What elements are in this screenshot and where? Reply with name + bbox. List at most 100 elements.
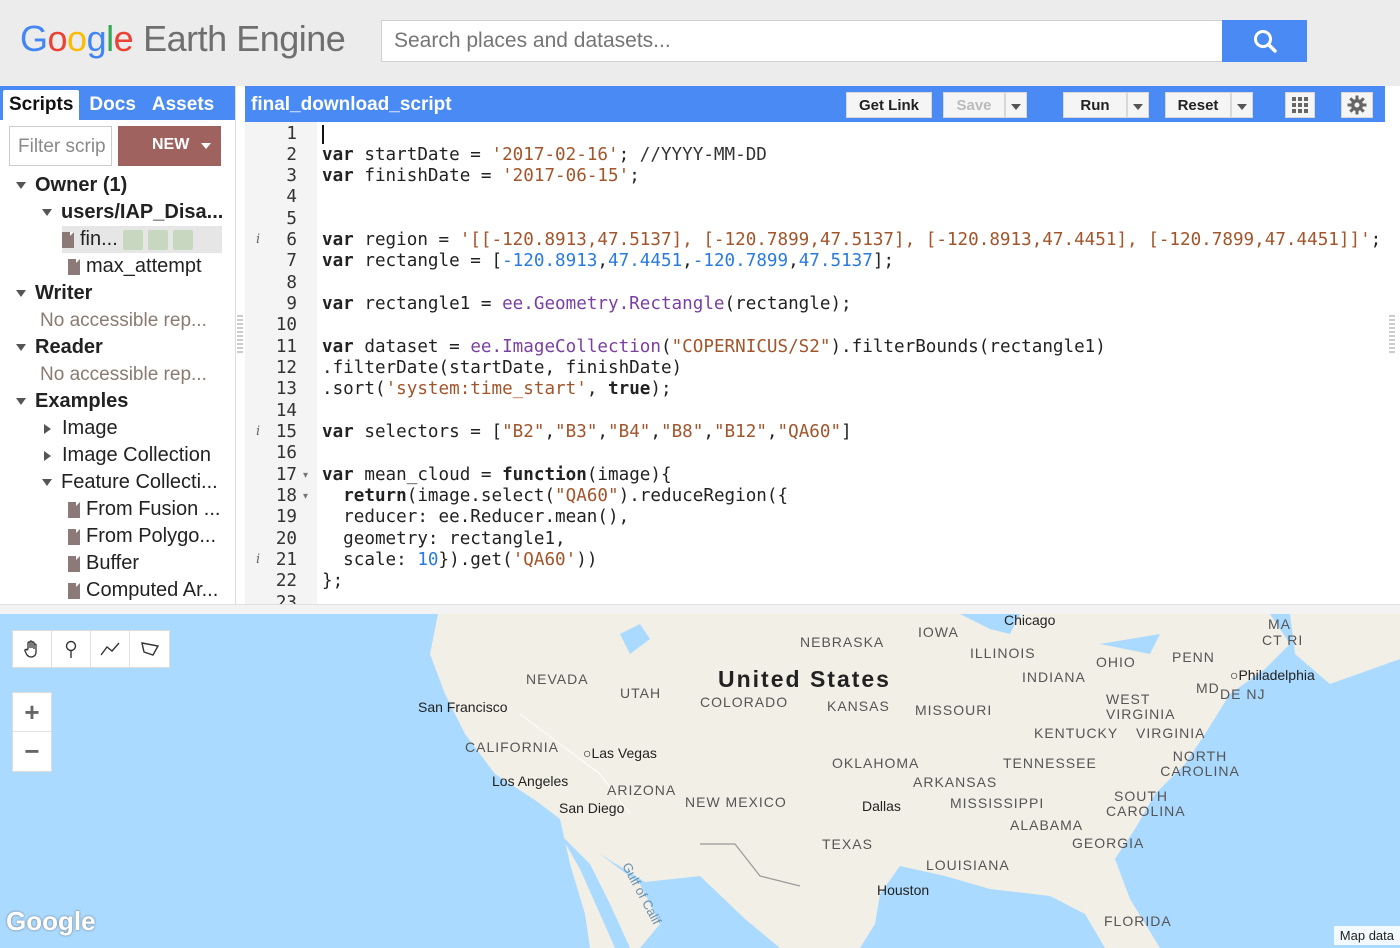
keyword: var (322, 145, 354, 165)
tree-file-selected[interactable]: fin... (62, 226, 222, 253)
apps-button[interactable] (1285, 92, 1315, 118)
map-city-label: Houston (877, 882, 930, 898)
keyword: var (322, 337, 354, 357)
string: "B8" (660, 422, 704, 442)
code-line-13: .sort('system:time_start', true); (322, 379, 672, 399)
run-button[interactable]: Run (1063, 92, 1127, 118)
keyword: var (322, 230, 354, 250)
tree-file[interactable]: From Fusion ... (68, 496, 220, 523)
google-map-logo[interactable]: Google (6, 906, 96, 937)
search-button[interactable] (1222, 20, 1307, 62)
map-city-label: Chicago (1004, 614, 1056, 628)
info-marker-icon[interactable]: i (256, 232, 260, 247)
tab-assets[interactable]: Assets (146, 90, 220, 120)
number: 10 (417, 550, 439, 570)
panel-resize-handle[interactable] (237, 315, 243, 355)
string: "B3" (555, 422, 598, 442)
file-icon (68, 582, 80, 599)
tree-reader[interactable]: Reader (16, 334, 103, 361)
tab-scripts[interactable]: Scripts (3, 90, 80, 120)
reset-button[interactable]: Reset (1165, 92, 1231, 118)
get-link-button[interactable]: Get Link (846, 92, 932, 118)
save-dropdown[interactable] (1005, 92, 1027, 118)
tree-file[interactable]: Buffer (68, 550, 139, 577)
tree-file[interactable]: Computed Ar... (68, 577, 218, 604)
tab-docs[interactable]: Docs (83, 90, 141, 120)
keyword: function (502, 465, 587, 485)
fold-arrow-icon[interactable]: ▾ (303, 470, 308, 481)
polygon-tool[interactable] (130, 631, 169, 667)
tree-file[interactable]: max_attempt (68, 253, 202, 280)
code-line-21: scale: 10}).get('QA60')) (322, 550, 598, 570)
map-state-label: LOUISIANA (926, 857, 1010, 873)
map-state-label: ILLINOIS (970, 645, 1036, 661)
marker-tool[interactable] (52, 631, 91, 667)
map-state-label: ARKANSAS (913, 774, 998, 790)
code-area[interactable]: var startDate = '2017-02-16'; //YYYY-MM-… (317, 122, 1385, 604)
google-earth-engine-logo[interactable]: Google Earth Engine (20, 18, 346, 60)
tree-folder-feature-collection[interactable]: Feature Collecti... (42, 469, 218, 496)
tree-folder-image-collection[interactable]: Image Collection (44, 442, 211, 469)
new-script-button[interactable]: NEW (118, 126, 221, 166)
expand-icon (16, 344, 26, 351)
function-call: ee.ImageCollection (470, 337, 661, 357)
info-marker-icon[interactable]: i (256, 424, 260, 439)
tree-owner[interactable]: Owner (1) (16, 172, 127, 199)
pan-tool[interactable] (13, 631, 52, 667)
file-icon (68, 528, 80, 545)
filter-scripts-input[interactable]: Filter scrip (9, 126, 112, 166)
line-number: 11 (275, 337, 297, 357)
collapse-icon (44, 423, 51, 434)
map-state-label: ALABAMA (1010, 817, 1084, 833)
search-input[interactable]: Search places and datasets... (381, 20, 1223, 62)
map-state-label: MA (1268, 616, 1291, 632)
tree-repo[interactable]: users/IAP_Disa... (42, 199, 223, 226)
tree-folder-image[interactable]: Image (44, 415, 118, 442)
map-data-attribution[interactable]: Map data (1333, 926, 1400, 945)
info-marker-icon[interactable]: i (256, 552, 260, 567)
line-number: 6 (286, 230, 297, 250)
map-state-label: COLORADO (700, 694, 789, 710)
string: "QA60" (555, 486, 619, 506)
tree-examples[interactable]: Examples (16, 388, 128, 415)
settings-button[interactable] (1341, 92, 1373, 118)
code-line-1 (322, 124, 324, 145)
code-line-6: var region = '[[-120.8913,47.5137], [-12… (322, 230, 1382, 250)
line-number: 21 (275, 550, 297, 570)
keyword: var (322, 465, 354, 485)
history-icon[interactable] (122, 229, 143, 250)
tree-file[interactable]: From Polygo... (68, 523, 216, 550)
chevron-down-icon (1237, 104, 1247, 110)
fold-arrow-icon[interactable]: ▾ (303, 491, 308, 502)
line-number: 5 (286, 209, 297, 229)
map-state-label: NEBRASKA (800, 634, 885, 650)
expand-icon (16, 290, 26, 297)
chevron-down-icon (1133, 104, 1143, 110)
string: "B2" (502, 422, 545, 442)
map-state-label: DE NJ (1220, 686, 1266, 702)
zoom-in-button[interactable]: + (13, 693, 51, 732)
tree-writer[interactable]: Writer (16, 280, 92, 307)
save-button[interactable]: Save (943, 92, 1005, 118)
scripts-panel: Scripts Docs Assets Filter scrip NEW Own… (0, 86, 236, 604)
chevron-down-icon (201, 143, 211, 149)
zoom-out-button[interactable]: − (13, 732, 51, 771)
map-view[interactable]: + − United States NEBRASKA IOWA ILLINOIS… (0, 614, 1400, 948)
code-line-15: var selectors = ["B2","B3","B4","B8","B1… (322, 422, 852, 442)
line-tool[interactable] (91, 631, 130, 667)
keyword: true (608, 379, 651, 399)
map-state-label: MISSOURI (915, 702, 993, 718)
delete-icon[interactable] (172, 229, 193, 250)
run-dropdown[interactable] (1127, 92, 1149, 118)
map-state-label: NEW MEXICO (685, 794, 787, 810)
map-state-label: VIRGINIA (1136, 725, 1206, 741)
panel-divider[interactable] (0, 604, 1400, 614)
panel-resize-handle[interactable] (1389, 315, 1395, 355)
map-city-label: San Francisco (418, 699, 508, 715)
code-line-19: reducer: ee.Reducer.mean(), (322, 507, 630, 527)
reset-dropdown[interactable] (1231, 92, 1253, 118)
edit-icon[interactable] (147, 229, 168, 250)
map-state-label: SOUTH CAROLINA (1106, 788, 1186, 819)
map-state-label: ARIZONA (607, 782, 677, 798)
code-line-20: geometry: rectangle1, (322, 529, 566, 549)
